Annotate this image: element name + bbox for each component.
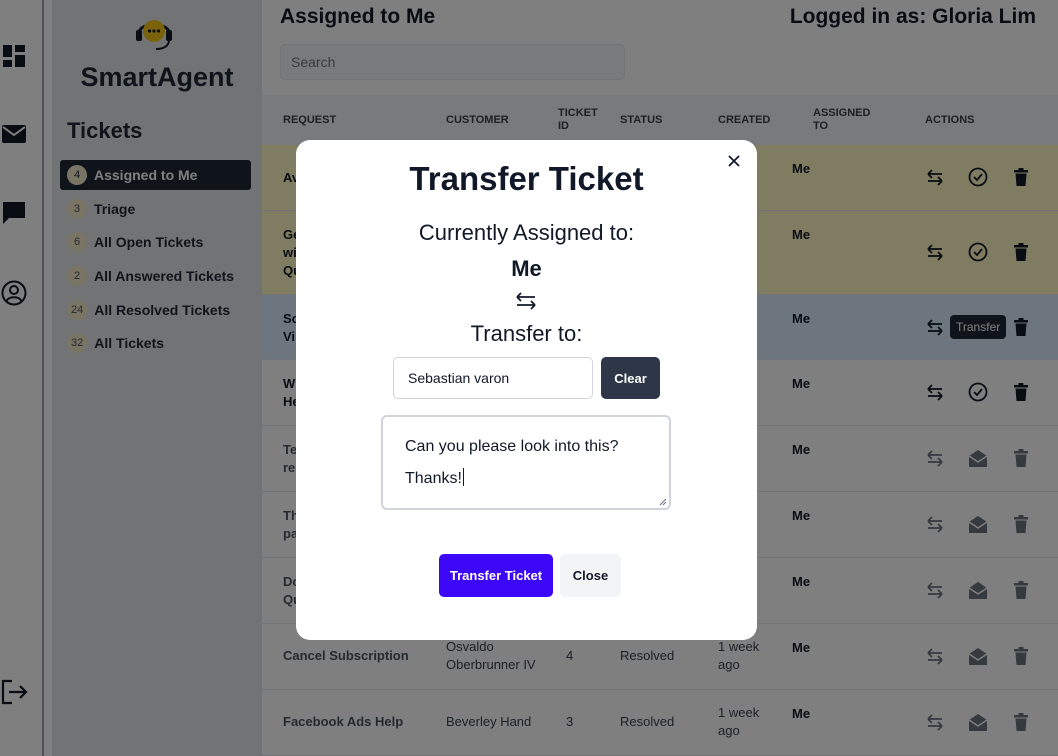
close-button[interactable]: Close: [560, 554, 621, 597]
transfer-ticket-button[interactable]: Transfer Ticket: [439, 554, 553, 597]
current-assignee: Me: [511, 256, 542, 281]
modal-title: Transfer Ticket: [409, 160, 644, 197]
resize-grip-icon[interactable]: [659, 498, 667, 506]
message-line: Can you please look into this?: [405, 438, 619, 455]
transfer-to-input[interactable]: [393, 357, 593, 399]
clear-button[interactable]: Clear: [601, 357, 660, 399]
transfer-arrows-icon: [514, 291, 538, 311]
transfer-ticket-modal: Transfer Ticket Currently Assigned to: M…: [296, 140, 757, 640]
message-textarea[interactable]: Can you please look into this? Thanks!: [381, 415, 671, 510]
text-caret: [462, 468, 464, 486]
currently-assigned-label: Currently Assigned to:: [418, 220, 635, 245]
transfer-to-label: Transfer to:: [470, 321, 583, 346]
message-line: Thanks!: [405, 470, 462, 487]
